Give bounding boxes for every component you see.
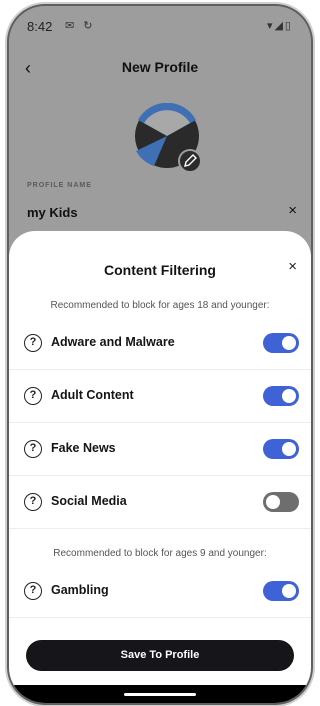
- notification-icons: ✉ ↻: [65, 20, 96, 32]
- save-to-profile-button[interactable]: Save To Profile: [26, 640, 294, 671]
- help-icon[interactable]: ?: [24, 440, 42, 458]
- toggle-knob: [266, 495, 280, 509]
- profile-name-field[interactable]: my Kids: [27, 205, 78, 220]
- section-note-18: Recommended to block for ages 18 and you…: [50, 300, 270, 311]
- toggle-knob: [282, 442, 296, 456]
- filter-row-social-media: ? Social Media: [9, 476, 311, 529]
- navigation-bar: [9, 685, 311, 703]
- filter-row-adware: ? Adware and Malware: [9, 317, 311, 370]
- content-filtering-sheet: Content Filtering × Recommended to block…: [9, 231, 311, 703]
- pencil-icon[interactable]: [178, 149, 202, 173]
- filter-row-fake-news: ? Fake News: [9, 423, 311, 476]
- toggle-knob: [282, 389, 296, 403]
- filter-label: Gambling: [51, 583, 109, 597]
- clear-icon[interactable]: ×: [288, 202, 297, 219]
- toggle-social-media[interactable]: [263, 492, 299, 512]
- help-icon[interactable]: ?: [24, 334, 42, 352]
- toggle-gambling[interactable]: [263, 581, 299, 601]
- filter-label: Adware and Malware: [51, 335, 175, 349]
- toggle-adware[interactable]: [263, 333, 299, 353]
- phone-screen: 8:42 ✉ ↻ ▾◢▯ ‹ New Profile PROFILE NAME …: [9, 6, 311, 703]
- help-icon[interactable]: ?: [24, 387, 42, 405]
- toggle-fake-news[interactable]: [263, 439, 299, 459]
- filter-label: Adult Content: [51, 388, 134, 402]
- sheet-title: Content Filtering: [104, 262, 216, 278]
- home-indicator[interactable]: [124, 693, 196, 696]
- toggle-adult-content[interactable]: [263, 386, 299, 406]
- page-title: New Profile: [121, 59, 199, 75]
- avatar[interactable]: [134, 102, 202, 173]
- section-note-9: Recommended to block for ages 9 and youn…: [53, 548, 267, 559]
- toggle-knob: [282, 336, 296, 350]
- system-status-icons: ▾◢▯: [266, 20, 293, 32]
- help-icon[interactable]: ?: [24, 582, 42, 600]
- filter-row-gambling: ? Gambling: [9, 565, 311, 618]
- filter-row-adult-content: ? Adult Content: [9, 370, 311, 423]
- toggle-knob: [282, 584, 296, 598]
- help-icon[interactable]: ?: [24, 493, 42, 511]
- profile-name-label: PROFILE NAME: [27, 182, 92, 189]
- close-icon[interactable]: ×: [288, 258, 297, 275]
- filter-label: Fake News: [51, 441, 116, 455]
- status-bar: 8:42 ✉ ↻ ▾◢▯: [9, 6, 311, 40]
- filter-label: Social Media: [51, 494, 127, 508]
- status-time: 8:42: [27, 19, 53, 34]
